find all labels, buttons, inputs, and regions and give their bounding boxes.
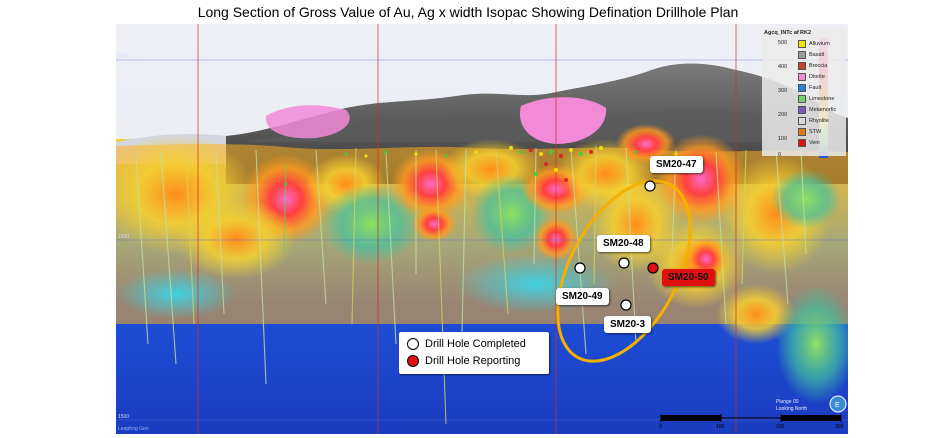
completed-dot-icon <box>407 338 419 350</box>
colorbar-tick: 0 <box>778 152 782 158</box>
copyright-label: Leapfrog Geo <box>118 426 149 432</box>
lithology-item: Alluvium <box>798 40 830 48</box>
lithology-item: Diorite <box>798 73 825 81</box>
elevation-label-mid: 1600 <box>118 234 130 240</box>
lithology-label: Diorite <box>809 74 825 80</box>
lithology-item: Fault <box>798 84 821 92</box>
lithology-label: Rhyolite <box>809 118 829 124</box>
legend-reporting-label: Drill Hole Reporting <box>425 355 521 367</box>
callout-sm20-49: SM20-49 <box>556 288 609 305</box>
legend-reporting: Drill Hole Reporting <box>407 355 520 367</box>
colorbar-tick: 500 <box>778 40 788 46</box>
lithology-swatch <box>798 117 806 125</box>
lithology-item: Metamorfic <box>798 106 836 114</box>
scale-tick: 0 <box>659 424 662 430</box>
callout-sm20-3: SM20-3 <box>604 316 652 333</box>
lithology-swatch <box>798 40 806 48</box>
lithology-item: Vein <box>798 139 820 147</box>
lithology-label: Vein <box>809 140 820 146</box>
colorbar-tick: 300 <box>778 88 788 94</box>
reporting-dot-icon <box>407 355 419 367</box>
lithology-label: Metamorfic <box>809 107 837 113</box>
scale-tick: 200 <box>776 424 785 430</box>
lithology-item: Rhyolite <box>798 117 829 125</box>
lithology-swatch <box>798 106 806 114</box>
colorbar-tick: 200 <box>778 112 788 118</box>
lithology-item: Limestone <box>798 95 834 103</box>
lithology-label: Breccia <box>809 63 828 69</box>
lithology-swatch <box>798 84 806 92</box>
lithology-label: Fault <box>809 85 822 91</box>
lithology-title: RK2 <box>800 30 812 36</box>
colorbar-tick: 400 <box>778 64 788 70</box>
colorbar-title: Agcq_INTc af <box>764 30 799 36</box>
lithology-label: Alluvium <box>809 41 830 47</box>
lithology-label: Basalt <box>809 52 825 58</box>
legend-completed: Drill Hole Completed <box>407 338 526 350</box>
view-note-line1: Plunge 00 <box>776 399 799 405</box>
lithology-item: STW <box>798 128 821 136</box>
lithology-swatch <box>798 139 806 147</box>
lithology-legend: Agcq_INTc af 500 400 300 200 100 0 RK2 A… <box>762 28 846 158</box>
lithology-label: Limestone <box>809 96 835 102</box>
lithology-swatch <box>798 73 806 81</box>
callout-sm20-48: SM20-48 <box>597 235 650 252</box>
svg-text:E: E <box>835 402 840 409</box>
scale-tick: 100 <box>716 424 725 430</box>
scale-tick: 300 <box>835 424 844 430</box>
drillhole-legend: Drill Hole Completed Drill Hole Reportin… <box>399 332 549 374</box>
lithology-swatch <box>798 128 806 136</box>
callout-sm20-47: SM20-47 <box>650 156 703 173</box>
lithology-label: STW <box>809 129 822 135</box>
lithology-item: Breccia <box>798 62 827 70</box>
lithology-swatch <box>798 95 806 103</box>
page-title: Long Section of Gross Value of Au, Ag x … <box>197 4 739 20</box>
legend-completed-label: Drill Hole Completed <box>425 338 526 350</box>
elevation-label-bottom: 1500 <box>118 414 130 420</box>
lithology-swatch <box>798 62 806 70</box>
callout-sm20-50: SM20-50 <box>662 269 715 286</box>
lithology-swatch <box>798 51 806 59</box>
elevation-label-top: 1700 <box>118 54 130 60</box>
colorbar-tick: 100 <box>778 136 788 142</box>
view-note-line2: Looking North <box>776 406 808 412</box>
lithology-item: Basalt <box>798 51 824 59</box>
